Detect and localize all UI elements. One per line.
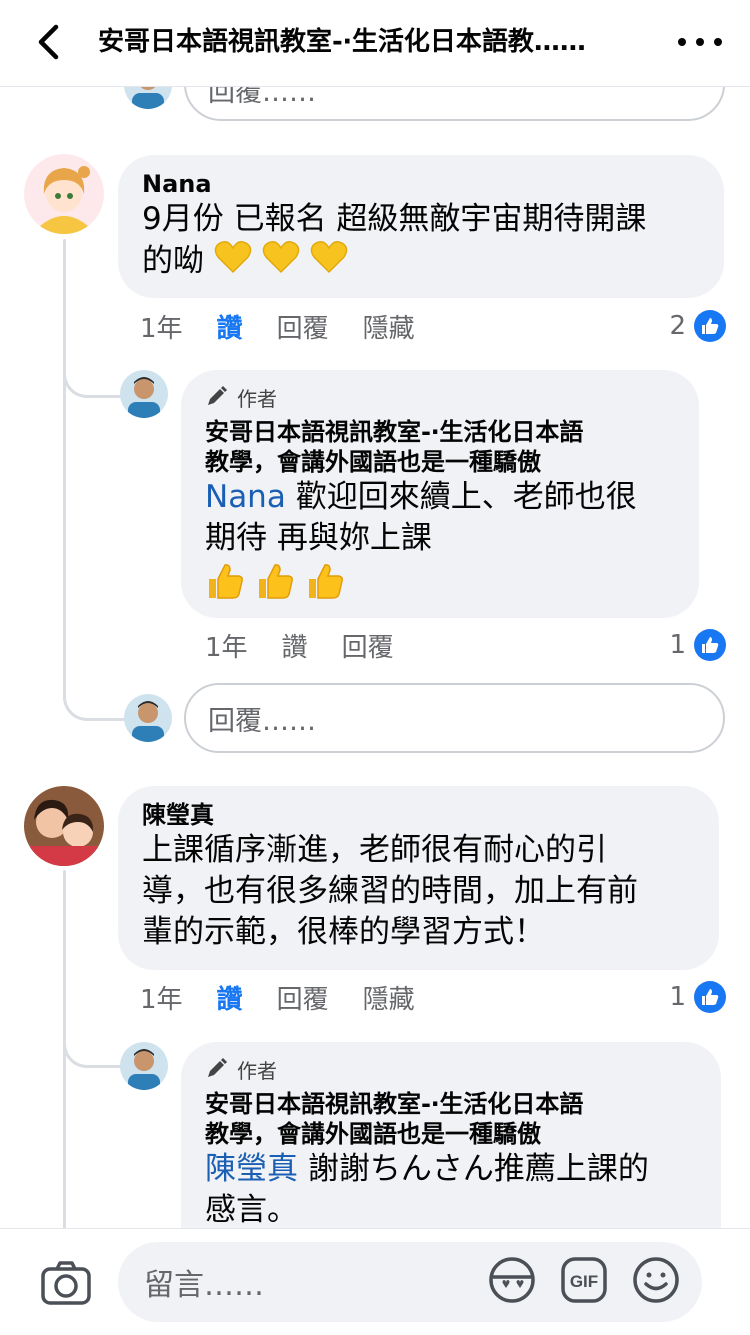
like-button[interactable]: 讚: [217, 308, 243, 345]
comment-author[interactable]: 陳瑩真: [142, 800, 638, 830]
avatar[interactable]: [120, 1042, 168, 1090]
thread-connector: [63, 680, 126, 721]
reply-author[interactable]: 安哥日本語視訊教室-‧生活化日本語 教學，會講外國語也是一種驕傲: [205, 417, 637, 477]
thumbs-up-icon: [694, 310, 726, 342]
avatar: [124, 87, 172, 109]
comment-composer: 留言…… GIF: [0, 1228, 750, 1335]
svg-text:GIF: GIF: [570, 1272, 598, 1291]
smiley-icon[interactable]: [631, 1255, 681, 1305]
reaction-count[interactable]: 1: [669, 625, 726, 665]
yellow-heart-icon: [214, 240, 252, 285]
reply-button[interactable]: 回覆: [277, 979, 329, 1016]
thumbs-up-emoji: [305, 561, 345, 612]
thread-connector: [63, 1027, 126, 1068]
reply-placeholder: 回覆……: [208, 87, 316, 108]
reaction-count[interactable]: 1: [669, 977, 726, 1017]
pen-icon: [205, 384, 229, 413]
reply-author[interactable]: 安哥日本語視訊教室-‧生活化日本語 教學，會講外國語也是一種驕傲: [205, 1089, 649, 1149]
gif-icon[interactable]: GIF: [559, 1255, 609, 1305]
reply-button[interactable]: 回覆: [277, 308, 329, 345]
comment-actions: 1年 讚 回覆 隱藏: [140, 306, 449, 346]
like-count: 2: [669, 311, 686, 341]
author-badge: 作者: [205, 1056, 649, 1085]
page-title: 安哥日本語視訊教室-‧生活化日本語教……: [98, 27, 586, 57]
comment-placeholder: 留言……: [144, 1268, 264, 1303]
avatar[interactable]: [120, 370, 168, 418]
more-dots-icon[interactable]: [678, 22, 722, 62]
sticker-icon[interactable]: [487, 1255, 537, 1305]
comment-time: 1年: [140, 313, 183, 344]
reply-text: Nana 歡迎回來續上、老師也很 期待 再與妳上課: [205, 477, 637, 612]
back-arrow-icon[interactable]: [30, 22, 66, 62]
like-count: 1: [669, 630, 686, 660]
reply-placeholder: 回覆……: [208, 705, 316, 737]
comment-bubble: Nana 9月份 已報名 超級無敵宇宙期待開課 的呦: [118, 155, 724, 298]
reply-input[interactable]: 回覆……: [184, 87, 725, 121]
mention-link[interactable]: 陳瑩真: [205, 1151, 298, 1187]
thumbs-up-icon: [694, 981, 726, 1013]
comment-time: 1年: [140, 984, 183, 1015]
avatar: [124, 694, 172, 742]
pen-icon: [205, 1056, 229, 1085]
comment-bubble: 陳瑩真 上課循序漸進，老師很有耐心的引 導，也有很多練習的時間，加上有前 輩的示…: [118, 786, 719, 970]
author-badge: 作者: [205, 384, 637, 413]
yellow-heart-icon: [310, 240, 348, 285]
yellow-heart-icon: [262, 240, 300, 285]
reply-button[interactable]: 回覆: [342, 627, 394, 664]
reply-input[interactable]: 回覆……: [184, 683, 725, 753]
hide-button[interactable]: 隱藏: [363, 308, 415, 345]
comment-author[interactable]: Nana: [142, 169, 646, 199]
hide-button[interactable]: 隱藏: [363, 979, 415, 1016]
thumbs-up-icon: [694, 629, 726, 661]
reply-text: 陳瑩真 謝謝ちんさん推薦上課的 感言。: [205, 1151, 649, 1228]
top-bar: 安哥日本語視訊教室-‧生活化日本語教……: [0, 0, 750, 87]
reply-actions: 1年 讚 回覆: [205, 625, 428, 665]
comment-input[interactable]: 留言……: [118, 1242, 702, 1322]
comment-text: 9月份 已報名 超級無敵宇宙期待開課 的呦: [142, 199, 646, 285]
reply-bubble: 作者 安哥日本語視訊教室-‧生活化日本語 教學，會講外國語也是一種驕傲 陳瑩真 …: [181, 1042, 721, 1228]
comment-actions: 1年 讚 回覆 隱藏: [140, 977, 449, 1017]
like-button[interactable]: 讚: [217, 979, 243, 1016]
thread-line: [63, 239, 66, 694]
thumbs-up-emoji: [255, 561, 295, 612]
thumbs-up-emoji: [205, 561, 245, 612]
reaction-count[interactable]: 2: [669, 306, 726, 346]
camera-icon[interactable]: [40, 1257, 92, 1309]
reply-time: 1年: [205, 632, 248, 663]
like-button[interactable]: 讚: [282, 627, 308, 664]
thread-connector: [63, 357, 126, 398]
comment-text: 上課循序漸進，老師很有耐心的引 導，也有很多練習的時間，加上有前 輩的示範，很棒…: [142, 832, 638, 950]
like-count: 1: [669, 982, 686, 1012]
avatar[interactable]: [24, 786, 104, 866]
reply-bubble: 作者 安哥日本語視訊教室-‧生活化日本語 教學，會講外國語也是一種驕傲 Nana…: [181, 370, 699, 618]
avatar[interactable]: [24, 154, 104, 234]
comments-list: 回覆…… Nana 9月份 已報名 超級無敵宇宙期待開課 的呦 1年 讚 回覆 …: [0, 87, 750, 1228]
mention-link[interactable]: Nana: [205, 479, 286, 515]
